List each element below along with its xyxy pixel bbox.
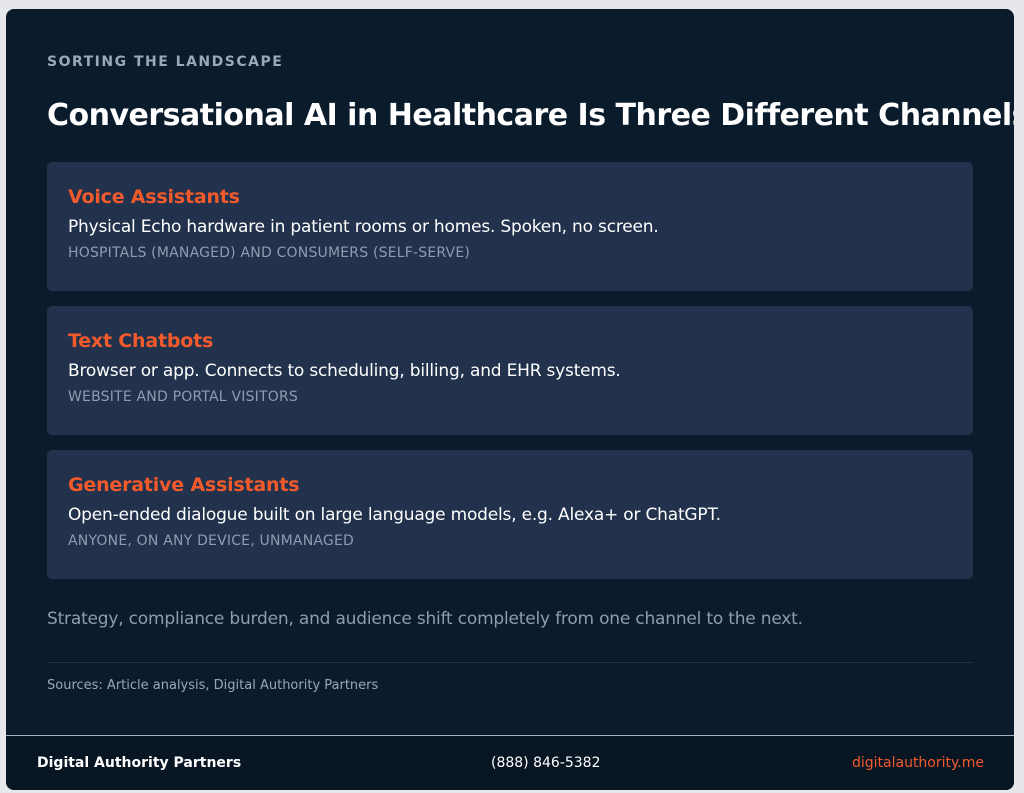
footer-website-link[interactable]: digitalauthority.me bbox=[852, 755, 984, 771]
card-title: Text Chatbots bbox=[68, 330, 214, 352]
summary-text: Strategy, compliance burden, and audienc… bbox=[47, 609, 803, 629]
card-title: Generative Assistants bbox=[68, 474, 300, 496]
card-description: Browser or app. Connects to scheduling, … bbox=[68, 361, 621, 381]
divider bbox=[47, 662, 973, 663]
channel-card-voice-assistants: Voice Assistants Physical Echo hardware … bbox=[47, 162, 973, 291]
card-description: Open-ended dialogue built on large langu… bbox=[68, 505, 721, 525]
sources-note: Sources: Article analysis, Digital Autho… bbox=[47, 678, 379, 693]
footer-brand: Digital Authority Partners bbox=[37, 755, 242, 771]
card-audience: WEBSITE AND PORTAL VISITORS bbox=[68, 389, 298, 405]
page-title: Conversational AI in Healthcare Is Three… bbox=[47, 98, 1014, 133]
footer-phone[interactable]: (888) 846-5382 bbox=[491, 755, 601, 771]
card-description: Physical Echo hardware in patient rooms … bbox=[68, 217, 659, 237]
card-title: Voice Assistants bbox=[68, 186, 240, 208]
footer: Digital Authority Partners (888) 846-538… bbox=[6, 735, 1014, 790]
card-audience: ANYONE, ON ANY DEVICE, UNMANAGED bbox=[68, 533, 354, 549]
channel-card-text-chatbots: Text Chatbots Browser or app. Connects t… bbox=[47, 306, 973, 435]
channel-card-generative-assistants: Generative Assistants Open-ended dialogu… bbox=[47, 450, 973, 579]
infographic-panel: SORTING THE LANDSCAPE Conversational AI … bbox=[6, 9, 1014, 790]
card-audience: HOSPITALS (MANAGED) AND CONSUMERS (SELF-… bbox=[68, 245, 471, 261]
eyebrow-label: SORTING THE LANDSCAPE bbox=[47, 54, 284, 70]
